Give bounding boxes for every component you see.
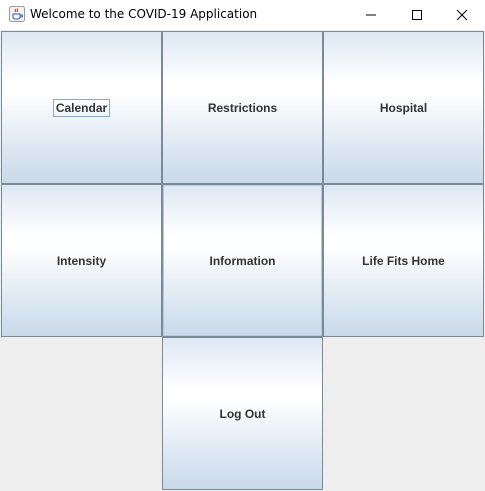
button-grid-panel: Calendar Restrictions Hospital Intensity… — [0, 30, 485, 491]
intensity-button-label: Intensity — [56, 253, 107, 268]
log-out-button[interactable]: Log Out — [162, 337, 323, 490]
restrictions-button-label: Restrictions — [207, 100, 278, 115]
life-fits-home-button[interactable]: Life Fits Home — [323, 184, 484, 337]
information-button-label: Information — [209, 253, 276, 268]
information-button[interactable]: Information — [162, 184, 323, 337]
hospital-button-label: Hospital — [379, 100, 428, 115]
minimize-button[interactable] — [348, 0, 394, 30]
maximize-icon — [412, 10, 422, 20]
calendar-button-label: Calendar — [52, 98, 111, 117]
java-coffee-cup-icon — [9, 6, 25, 22]
intensity-button[interactable]: Intensity — [1, 184, 162, 337]
maximize-button[interactable] — [394, 0, 440, 30]
close-icon — [456, 9, 468, 21]
log-out-button-label: Log Out — [219, 406, 266, 421]
calendar-button[interactable]: Calendar — [1, 31, 162, 184]
restrictions-button[interactable]: Restrictions — [162, 31, 323, 184]
window-title: Welcome to the COVID-19 Application — [30, 7, 258, 21]
hospital-button[interactable]: Hospital — [323, 31, 484, 184]
close-button[interactable] — [439, 0, 485, 30]
minimize-icon — [366, 14, 376, 16]
title-bar[interactable]: Welcome to the COVID-19 Application — [0, 0, 485, 30]
application-window: Welcome to the COVID-19 Application Cale… — [0, 0, 485, 491]
life-fits-home-button-label: Life Fits Home — [362, 253, 445, 268]
